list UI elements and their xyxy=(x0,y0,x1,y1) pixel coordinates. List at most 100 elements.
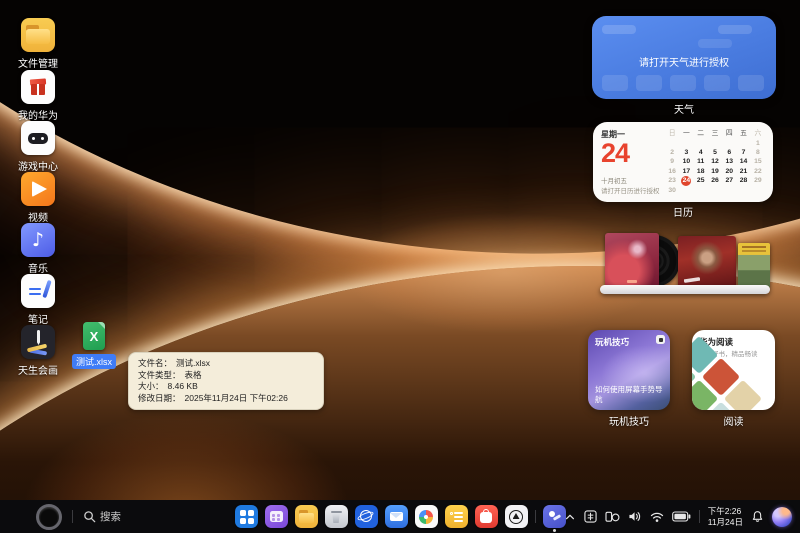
notes-icon xyxy=(21,274,55,308)
tooltip-value: 测试.xlsx xyxy=(176,358,210,368)
calendar-weekday-header: 三 xyxy=(708,129,722,138)
calendar-day-cell: 3 xyxy=(679,148,693,157)
calendar-widget[interactable]: 星期一 24 十月初五 请打开日历进行授权 日一二三四五六12345678910… xyxy=(593,122,773,202)
tray-separator xyxy=(699,510,700,523)
calendar-day-cell: 27 xyxy=(722,176,736,185)
icon-label: 笔记 xyxy=(28,311,48,326)
dock-files[interactable] xyxy=(295,505,318,528)
calendar-day-cell: 21 xyxy=(736,167,750,176)
trash-icon xyxy=(325,505,348,528)
desktop-icon-paint[interactable]: 天生会画 xyxy=(9,325,67,377)
calendar-weekday-header: 日 xyxy=(665,129,679,138)
calendar-day-cell: 25 xyxy=(694,176,708,185)
ai-assistant-orb[interactable] xyxy=(772,507,792,527)
tray-date: 11月24日 xyxy=(708,517,743,528)
calendar-day-cell: 14 xyxy=(736,157,750,166)
globe-icon xyxy=(355,505,378,528)
calendar-day-cell: 23 xyxy=(665,176,679,185)
music-shelf-widget[interactable] xyxy=(600,230,772,296)
dock-memo[interactable] xyxy=(445,505,468,528)
dock-active-app[interactable] xyxy=(543,505,566,528)
tooltip-label: 文件类型： xyxy=(138,370,181,380)
music-icon xyxy=(21,223,55,257)
desktop-icon-video[interactable]: 视频 xyxy=(9,172,67,224)
icon-label: 音乐 xyxy=(28,260,48,275)
selected-file-label: 测试.xlsx xyxy=(72,354,116,369)
icon-label: 天生会画 xyxy=(18,362,58,377)
calendar-weekday-header: 六 xyxy=(751,129,765,138)
reader-title: 华为阅读 xyxy=(699,336,733,348)
calendar-day-number: 24 xyxy=(601,140,665,167)
dock-gallery[interactable] xyxy=(415,505,438,528)
tooltip-row: 文件类型：表格 xyxy=(138,370,314,382)
calendar-day-cell: 28 xyxy=(736,176,750,185)
desktop-icon-file-manager[interactable]: 文件管理 xyxy=(9,18,67,70)
my-huawei-icon xyxy=(21,70,55,104)
tips-widget[interactable]: 玩机技巧 如何使用屏幕手势导航 xyxy=(588,330,670,410)
tooltip-row: 文件名： 测试.xlsx xyxy=(138,358,314,370)
assistant-ring-icon[interactable] xyxy=(36,504,62,530)
file-info-tooltip: 文件名：测试.xlsx 文件类型：表格 大小：8.46 KB 修改日期：2025… xyxy=(128,352,324,410)
desktop-file-test-xlsx[interactable]: 测试.xlsx xyxy=(69,322,119,369)
dock-app-gallery[interactable] xyxy=(475,505,498,528)
tooltip-row: 修改日期：2025年11月24日 下午02:26 xyxy=(138,393,314,405)
calendar-left-panel: 星期一 24 十月初五 请打开日历进行授权 xyxy=(601,129,665,195)
tooltip-value: 2025年11月24日 下午02:26 xyxy=(185,393,288,403)
calendar-day-cell: 19 xyxy=(708,167,722,176)
calendar-day-cell: 7 xyxy=(736,148,750,157)
volume-icon[interactable] xyxy=(628,510,642,523)
battery-icon[interactable] xyxy=(672,511,691,522)
weather-widget[interactable]: 请打开天气进行授权 xyxy=(592,16,776,99)
dock-separator xyxy=(535,510,536,523)
taskbar-separator xyxy=(72,510,73,523)
active-app-icon xyxy=(543,505,566,528)
search-button[interactable]: 搜索 xyxy=(83,509,121,524)
appgallery-bag-icon xyxy=(475,505,498,528)
dock-email[interactable] xyxy=(385,505,408,528)
super-device-icon[interactable] xyxy=(605,510,620,523)
desktop-icon-game-center[interactable]: 游戏中心 xyxy=(9,121,67,173)
folder-icon xyxy=(295,505,318,528)
chevron-up-icon[interactable] xyxy=(564,511,576,523)
calendar-weekday-header: 一 xyxy=(679,129,693,138)
clock[interactable]: 下午2:26 11月24日 xyxy=(708,506,743,527)
video-icon xyxy=(21,172,55,206)
pinwheel-icon xyxy=(415,505,438,528)
paint-ribbon xyxy=(29,348,47,355)
desktop-icon-notes[interactable]: 笔记 xyxy=(9,274,67,326)
dock-browser[interactable] xyxy=(355,505,378,528)
tips-title: 玩机技巧 xyxy=(595,336,629,348)
desktop-icon-music[interactable]: 音乐 xyxy=(9,223,67,275)
memo-lines-icon xyxy=(445,505,468,528)
calendar-day-cell: 22 xyxy=(751,167,765,176)
album-cover-classical xyxy=(738,243,770,288)
tooltip-label: 文件名： xyxy=(138,358,172,368)
search-label: 搜索 xyxy=(100,509,121,524)
calendar-day-cell: 10 xyxy=(679,157,693,166)
icon-label: 文件管理 xyxy=(18,55,58,70)
calendar-day-cell: 30 xyxy=(665,186,679,195)
dock-lens-app[interactable] xyxy=(505,505,528,528)
circular-emblem-icon xyxy=(505,505,528,528)
calendar-day-cell: 2 xyxy=(665,148,679,157)
dock-app-launcher[interactable] xyxy=(235,505,258,528)
notification-bell-icon[interactable] xyxy=(751,510,764,523)
tray-time: 下午2:26 xyxy=(708,506,743,517)
reader-widget[interactable]: 华为阅读 百万好书，精品畅读 xyxy=(692,330,775,410)
tooltip-value: 8.46 KB xyxy=(168,381,198,391)
desktop-icon-my-huawei[interactable]: 我的华为 xyxy=(9,70,67,122)
desktop: 文件管理 我的华为 游戏中心 视频 音乐 笔记 天生会画 测试.xlsx 文件名… xyxy=(0,0,800,533)
weather-skeleton xyxy=(602,25,636,34)
wifi-icon[interactable] xyxy=(650,511,664,523)
dock-recycle-bin[interactable] xyxy=(325,505,348,528)
calendar-weekday-header: 二 xyxy=(694,129,708,138)
calendar-day-cell: 12 xyxy=(708,157,722,166)
icon-label: 视频 xyxy=(28,209,48,224)
input-method-icon[interactable] xyxy=(584,510,597,523)
calendar-weekday-header: 四 xyxy=(722,129,736,138)
dock-task-center[interactable] xyxy=(265,505,288,528)
calendar-day-cell: 18 xyxy=(694,167,708,176)
calendar-widget-label: 日历 xyxy=(593,204,773,219)
task-center-icon xyxy=(265,505,288,528)
calendar-day-cell: 5 xyxy=(708,148,722,157)
